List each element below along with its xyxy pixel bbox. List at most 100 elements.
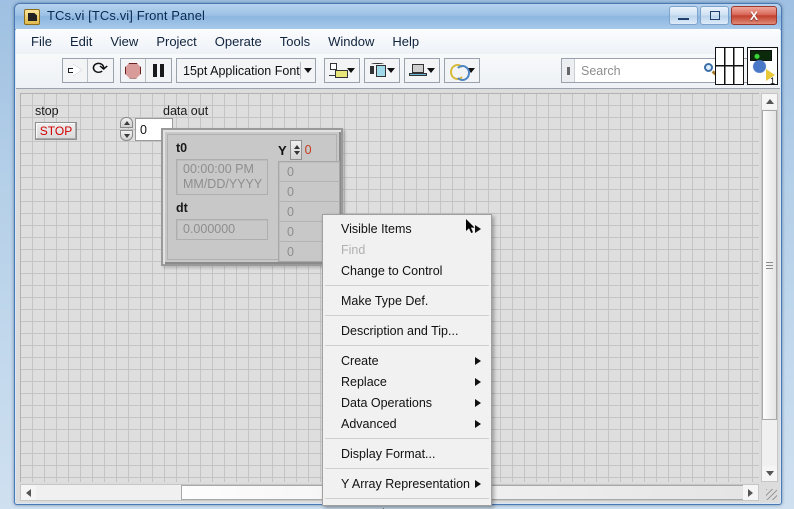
- stop-button[interactable]: STOP: [35, 122, 77, 140]
- reorder-objects-icon: [449, 63, 470, 81]
- chevron-left-icon: [26, 488, 31, 497]
- menu-window[interactable]: Window: [319, 31, 383, 52]
- close-button[interactable]: X: [731, 6, 777, 25]
- stop-label: stop: [35, 104, 59, 118]
- window-controls: X: [669, 6, 777, 25]
- menu-file[interactable]: File: [22, 31, 61, 52]
- t0-indicator[interactable]: 00:00:00 PM MM/DD/YYYY: [176, 159, 268, 195]
- align-objects-button[interactable]: [324, 58, 360, 83]
- resize-grip[interactable]: [766, 489, 777, 500]
- abort-execution-icon: [125, 62, 141, 79]
- spinner-down-button[interactable]: [120, 130, 133, 141]
- run-continuously-icon: [93, 63, 109, 78]
- submenu-arrow-icon: [475, 224, 481, 233]
- context-menu-item-properties[interactable]: Properties: [323, 503, 491, 509]
- distribute-objects-icon: [369, 62, 386, 79]
- menu-tools[interactable]: Tools: [271, 31, 319, 52]
- context-menu-label: Description and Tip...: [341, 323, 459, 338]
- reorder-objects-button[interactable]: [444, 58, 480, 83]
- context-menu-label: Y Array Representation: [341, 476, 471, 491]
- context-menu-item-description-and-tip[interactable]: Description and Tip...: [323, 320, 491, 341]
- context-menu-item-change-to-control[interactable]: Change to Control: [323, 260, 491, 281]
- menu-project[interactable]: Project: [147, 31, 205, 52]
- distribute-objects-button[interactable]: [364, 58, 400, 83]
- scroll-right-button[interactable]: [743, 485, 758, 500]
- context-menu-separator: [325, 468, 489, 469]
- font-selector-label: 15pt Application Font: [183, 63, 300, 78]
- menu-help[interactable]: Help: [383, 31, 428, 52]
- toolbar: 15pt Application Font: [16, 54, 780, 89]
- scroll-up-button[interactable]: [762, 94, 777, 109]
- chevron-down-icon: [427, 68, 435, 73]
- context-menu-item-advanced[interactable]: Advanced: [323, 413, 491, 434]
- t0-time-value: 00:00:00 PM: [183, 162, 254, 176]
- menu-operate[interactable]: Operate: [206, 31, 271, 52]
- t0-date-value: MM/DD/YYYY: [183, 177, 263, 191]
- run-continuously-button[interactable]: [88, 59, 113, 82]
- submenu-arrow-icon: [475, 377, 481, 386]
- resize-objects-button[interactable]: [404, 58, 440, 83]
- context-menu-item-replace[interactable]: Replace: [323, 371, 491, 392]
- abort-execution-button[interactable]: [121, 59, 146, 82]
- context-menu-item-display-format[interactable]: Display Format...: [323, 443, 491, 464]
- pause-button[interactable]: [146, 59, 171, 82]
- context-menu-item-y-array-representation[interactable]: Y Array Representation: [323, 473, 491, 494]
- context-menu-separator: [325, 285, 489, 286]
- minimize-icon: [678, 17, 689, 20]
- y-label: Y: [278, 142, 287, 158]
- y-index-value[interactable]: 0: [305, 143, 312, 157]
- t0-label: t0: [176, 141, 188, 155]
- vertical-scroll-thumb[interactable]: [762, 110, 777, 420]
- context-menu-separator: [325, 438, 489, 439]
- chevron-right-icon: [748, 488, 753, 497]
- menu-bar: File Edit View Project Operate Tools Win…: [16, 29, 780, 55]
- connector-pane[interactable]: [715, 47, 744, 85]
- spinner-up-button[interactable]: [120, 117, 133, 128]
- context-menu-item-data-operations[interactable]: Data Operations: [323, 392, 491, 413]
- search-input[interactable]: Search: [561, 58, 726, 83]
- data-out-cluster[interactable]: t0 00:00:00 PM MM/DD/YYYY dt 0.000000 Y: [161, 128, 343, 266]
- dt-label: dt: [176, 201, 188, 215]
- vi-icon-number: 1: [769, 76, 775, 86]
- context-menu-item-make-type-def[interactable]: Make Type Def.: [323, 290, 491, 311]
- font-selector[interactable]: 15pt Application Font: [176, 58, 316, 83]
- menu-view[interactable]: View: [101, 31, 147, 52]
- run-button[interactable]: [63, 59, 88, 82]
- search-placeholder: Search: [581, 63, 621, 78]
- scroll-left-button[interactable]: [21, 485, 36, 500]
- close-icon: X: [749, 8, 758, 23]
- maximize-button[interactable]: [700, 6, 729, 25]
- context-menu-label: Data Operations: [341, 395, 433, 410]
- context-menu-label: Change to Control: [341, 263, 443, 278]
- dt-value: 0.000000: [183, 222, 236, 236]
- menu-edit[interactable]: Edit: [61, 31, 101, 52]
- numeric-spinner[interactable]: [119, 117, 135, 142]
- submenu-arrow-icon: [475, 356, 481, 365]
- search-grip-icon: [562, 59, 575, 82]
- context-menu-separator: [325, 345, 489, 346]
- context-menu-label: Advanced: [341, 416, 397, 431]
- context-menu-label: Create: [341, 353, 379, 368]
- context-menu-item-visible-items[interactable]: Visible Items: [323, 218, 491, 239]
- pause-icon: [152, 64, 165, 77]
- vi-app-icon: [24, 9, 40, 25]
- scroll-down-button[interactable]: [762, 466, 777, 481]
- context-menu-label: Display Format...: [341, 446, 436, 461]
- context-menu-item-create[interactable]: Create: [323, 350, 491, 371]
- vertical-scrollbar[interactable]: [761, 93, 778, 482]
- context-menu-label: Make Type Def.: [341, 293, 429, 308]
- y-array-cell[interactable]: 0: [279, 162, 339, 182]
- y-array-cell[interactable]: 0: [279, 182, 339, 202]
- run-button-group: [62, 58, 114, 83]
- submenu-arrow-icon: [475, 479, 481, 488]
- vi-icon[interactable]: 1: [747, 47, 778, 86]
- context-menu-separator: [325, 315, 489, 316]
- context-menu-label: Find: [341, 242, 366, 257]
- y-index-spinner[interactable]: [289, 140, 302, 160]
- dt-indicator[interactable]: 0.000000: [176, 219, 268, 240]
- chevron-down-icon: [303, 68, 312, 73]
- abort-pause-group: [120, 58, 172, 83]
- context-menu-label: Replace: [341, 374, 387, 389]
- submenu-arrow-icon: [475, 398, 481, 407]
- minimize-button[interactable]: [669, 6, 698, 25]
